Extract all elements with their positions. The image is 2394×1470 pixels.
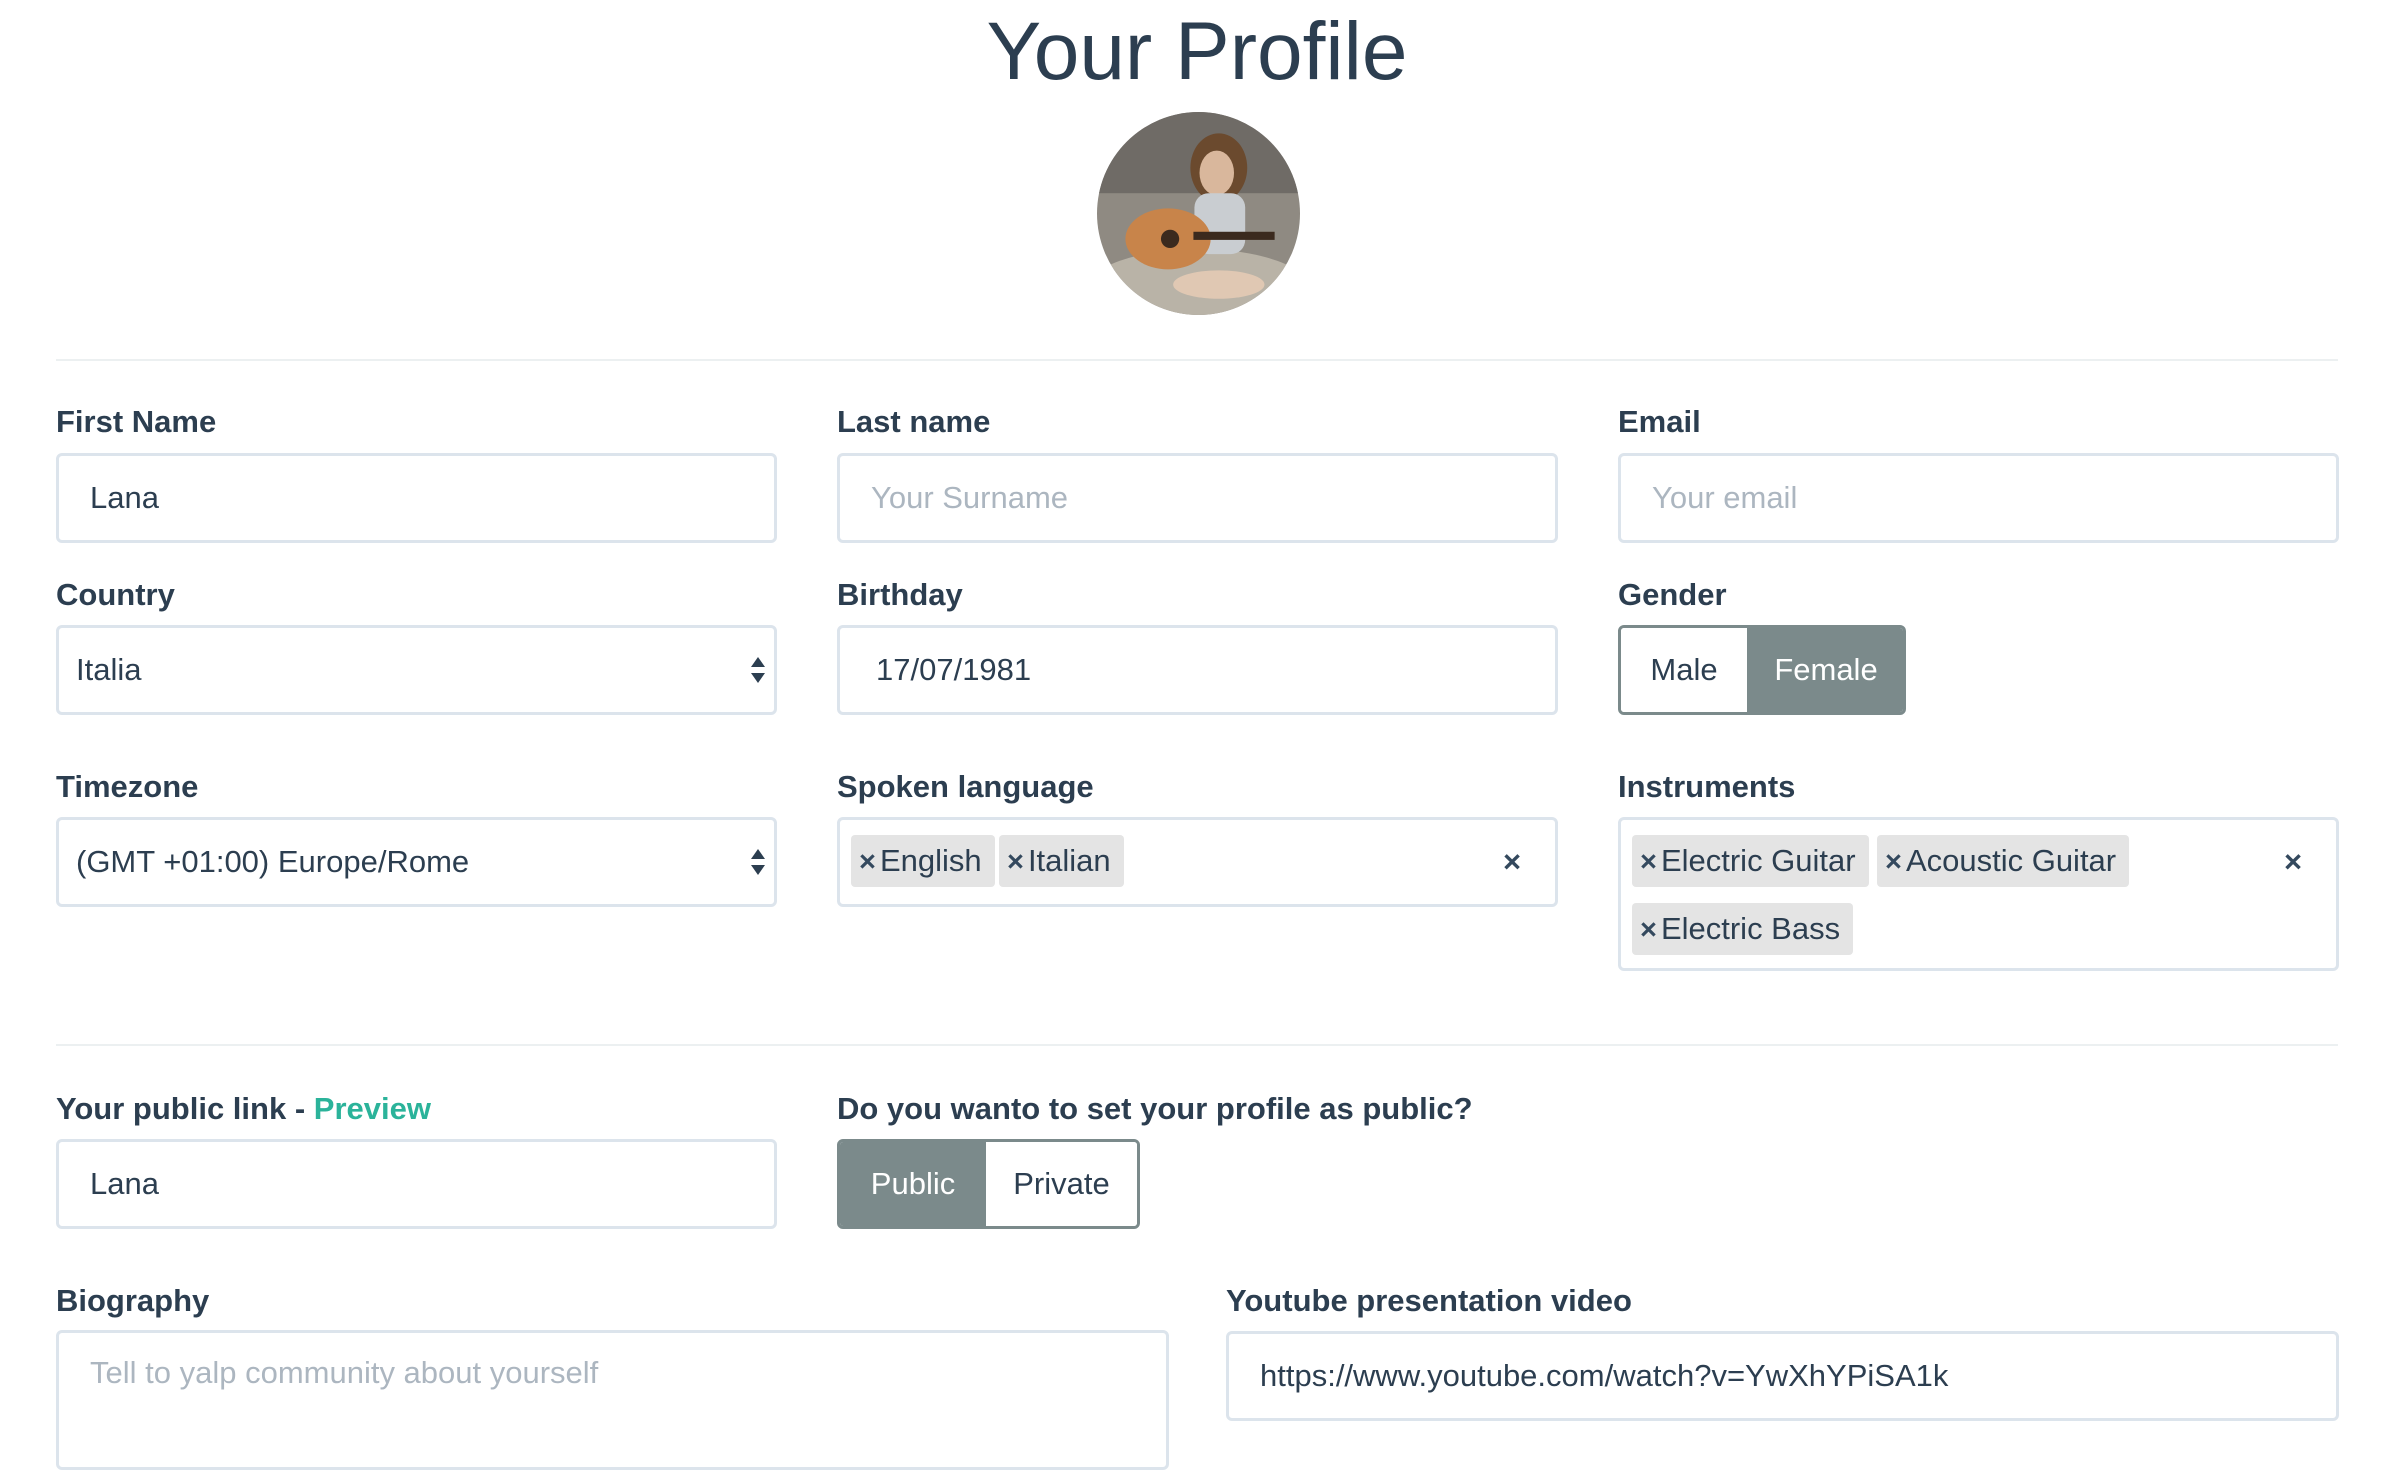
language-tag: × Italian [999, 835, 1124, 887]
country-label: Country [56, 577, 175, 612]
language-tag: × English [851, 835, 995, 887]
spoken-language-multiselect[interactable]: × English × Italian × [837, 817, 1558, 907]
country-select[interactable]: Italia [56, 625, 777, 715]
select-arrows-icon [751, 849, 765, 875]
gender-option-male[interactable]: Male [1621, 628, 1749, 712]
last-name-field[interactable] [837, 453, 1558, 543]
biography-textarea[interactable]: Tell to yalp community about yourself [56, 1330, 1169, 1470]
avatar[interactable] [1097, 112, 1300, 315]
biography-placeholder: Tell to yalp community about yourself [90, 1355, 599, 1390]
instruments-label: Instruments [1618, 769, 1796, 804]
visibility-toggle[interactable]: Public Private [837, 1139, 1140, 1229]
youtube-label: Youtube presentation video [1226, 1283, 1632, 1318]
email-field[interactable] [1618, 453, 2339, 543]
timezone-select[interactable]: (GMT +01:00) Europe/Rome [56, 817, 777, 907]
birthday-input[interactable] [840, 628, 1555, 712]
timezone-value: (GMT +01:00) Europe/Rome [76, 844, 470, 879]
email-input[interactable] [1621, 456, 2336, 540]
last-name-label: Last name [837, 404, 991, 439]
clear-icon[interactable]: × [1503, 842, 1521, 882]
select-arrows-icon [751, 657, 765, 683]
close-icon[interactable]: × [1640, 836, 1657, 888]
public-link-label: Your public link - Preview [56, 1091, 431, 1127]
close-icon[interactable]: × [1007, 836, 1024, 888]
last-name-input[interactable] [840, 456, 1555, 540]
instrument-tag: × Electric Bass [1632, 903, 1854, 956]
preview-link[interactable]: Preview [314, 1091, 431, 1126]
close-icon[interactable]: × [1640, 904, 1657, 956]
visibility-option-private[interactable]: Private [986, 1142, 1137, 1226]
first-name-input[interactable] [59, 456, 774, 540]
language-tag-label: English [879, 843, 982, 878]
gender-toggle[interactable]: Male Female [1618, 625, 1906, 715]
youtube-field[interactable] [1226, 1331, 2339, 1421]
public-link-field[interactable] [56, 1139, 777, 1229]
gender-label: Gender [1618, 577, 1727, 612]
page-title: Your Profile [986, 6, 1408, 97]
timezone-label: Timezone [56, 769, 199, 804]
instrument-tag-label: Acoustic Guitar [1905, 843, 2117, 878]
public-link-input[interactable] [59, 1142, 774, 1226]
instruments-multiselect[interactable]: × Electric Guitar × Acoustic Guitar × Elect… [1618, 817, 2339, 971]
language-tag-label: Italian [1027, 843, 1111, 878]
avatar-photo [1097, 112, 1300, 315]
email-label: Email [1618, 404, 1701, 439]
youtube-input[interactable] [1229, 1334, 2336, 1418]
first-name-field[interactable] [56, 453, 777, 543]
instrument-tag-label: Electric Bass [1660, 911, 1841, 946]
spoken-language-label: Spoken language [837, 769, 1094, 804]
instrument-tag: × Electric Guitar [1632, 835, 1869, 887]
visibility-label: Do you wanto to set your profile as publ… [837, 1091, 1473, 1126]
first-name-label: First Name [56, 404, 217, 439]
section-divider [56, 1044, 2338, 1046]
close-icon[interactable]: × [1885, 836, 1902, 888]
instrument-tag: × Acoustic Guitar [1877, 835, 2130, 888]
instrument-tag-label: Electric Guitar [1660, 843, 1856, 878]
gender-option-female[interactable]: Female [1749, 628, 1903, 712]
public-link-label-text: Your public link - [56, 1091, 314, 1126]
clear-icon[interactable]: × [2284, 842, 2302, 882]
birthday-label: Birthday [837, 577, 963, 612]
visibility-option-public[interactable]: Public [840, 1142, 986, 1226]
country-value: Italia [76, 652, 142, 687]
close-icon[interactable]: × [859, 836, 876, 888]
header-divider [56, 359, 2338, 361]
biography-label: Biography [56, 1283, 210, 1318]
birthday-field[interactable] [837, 625, 1558, 715]
